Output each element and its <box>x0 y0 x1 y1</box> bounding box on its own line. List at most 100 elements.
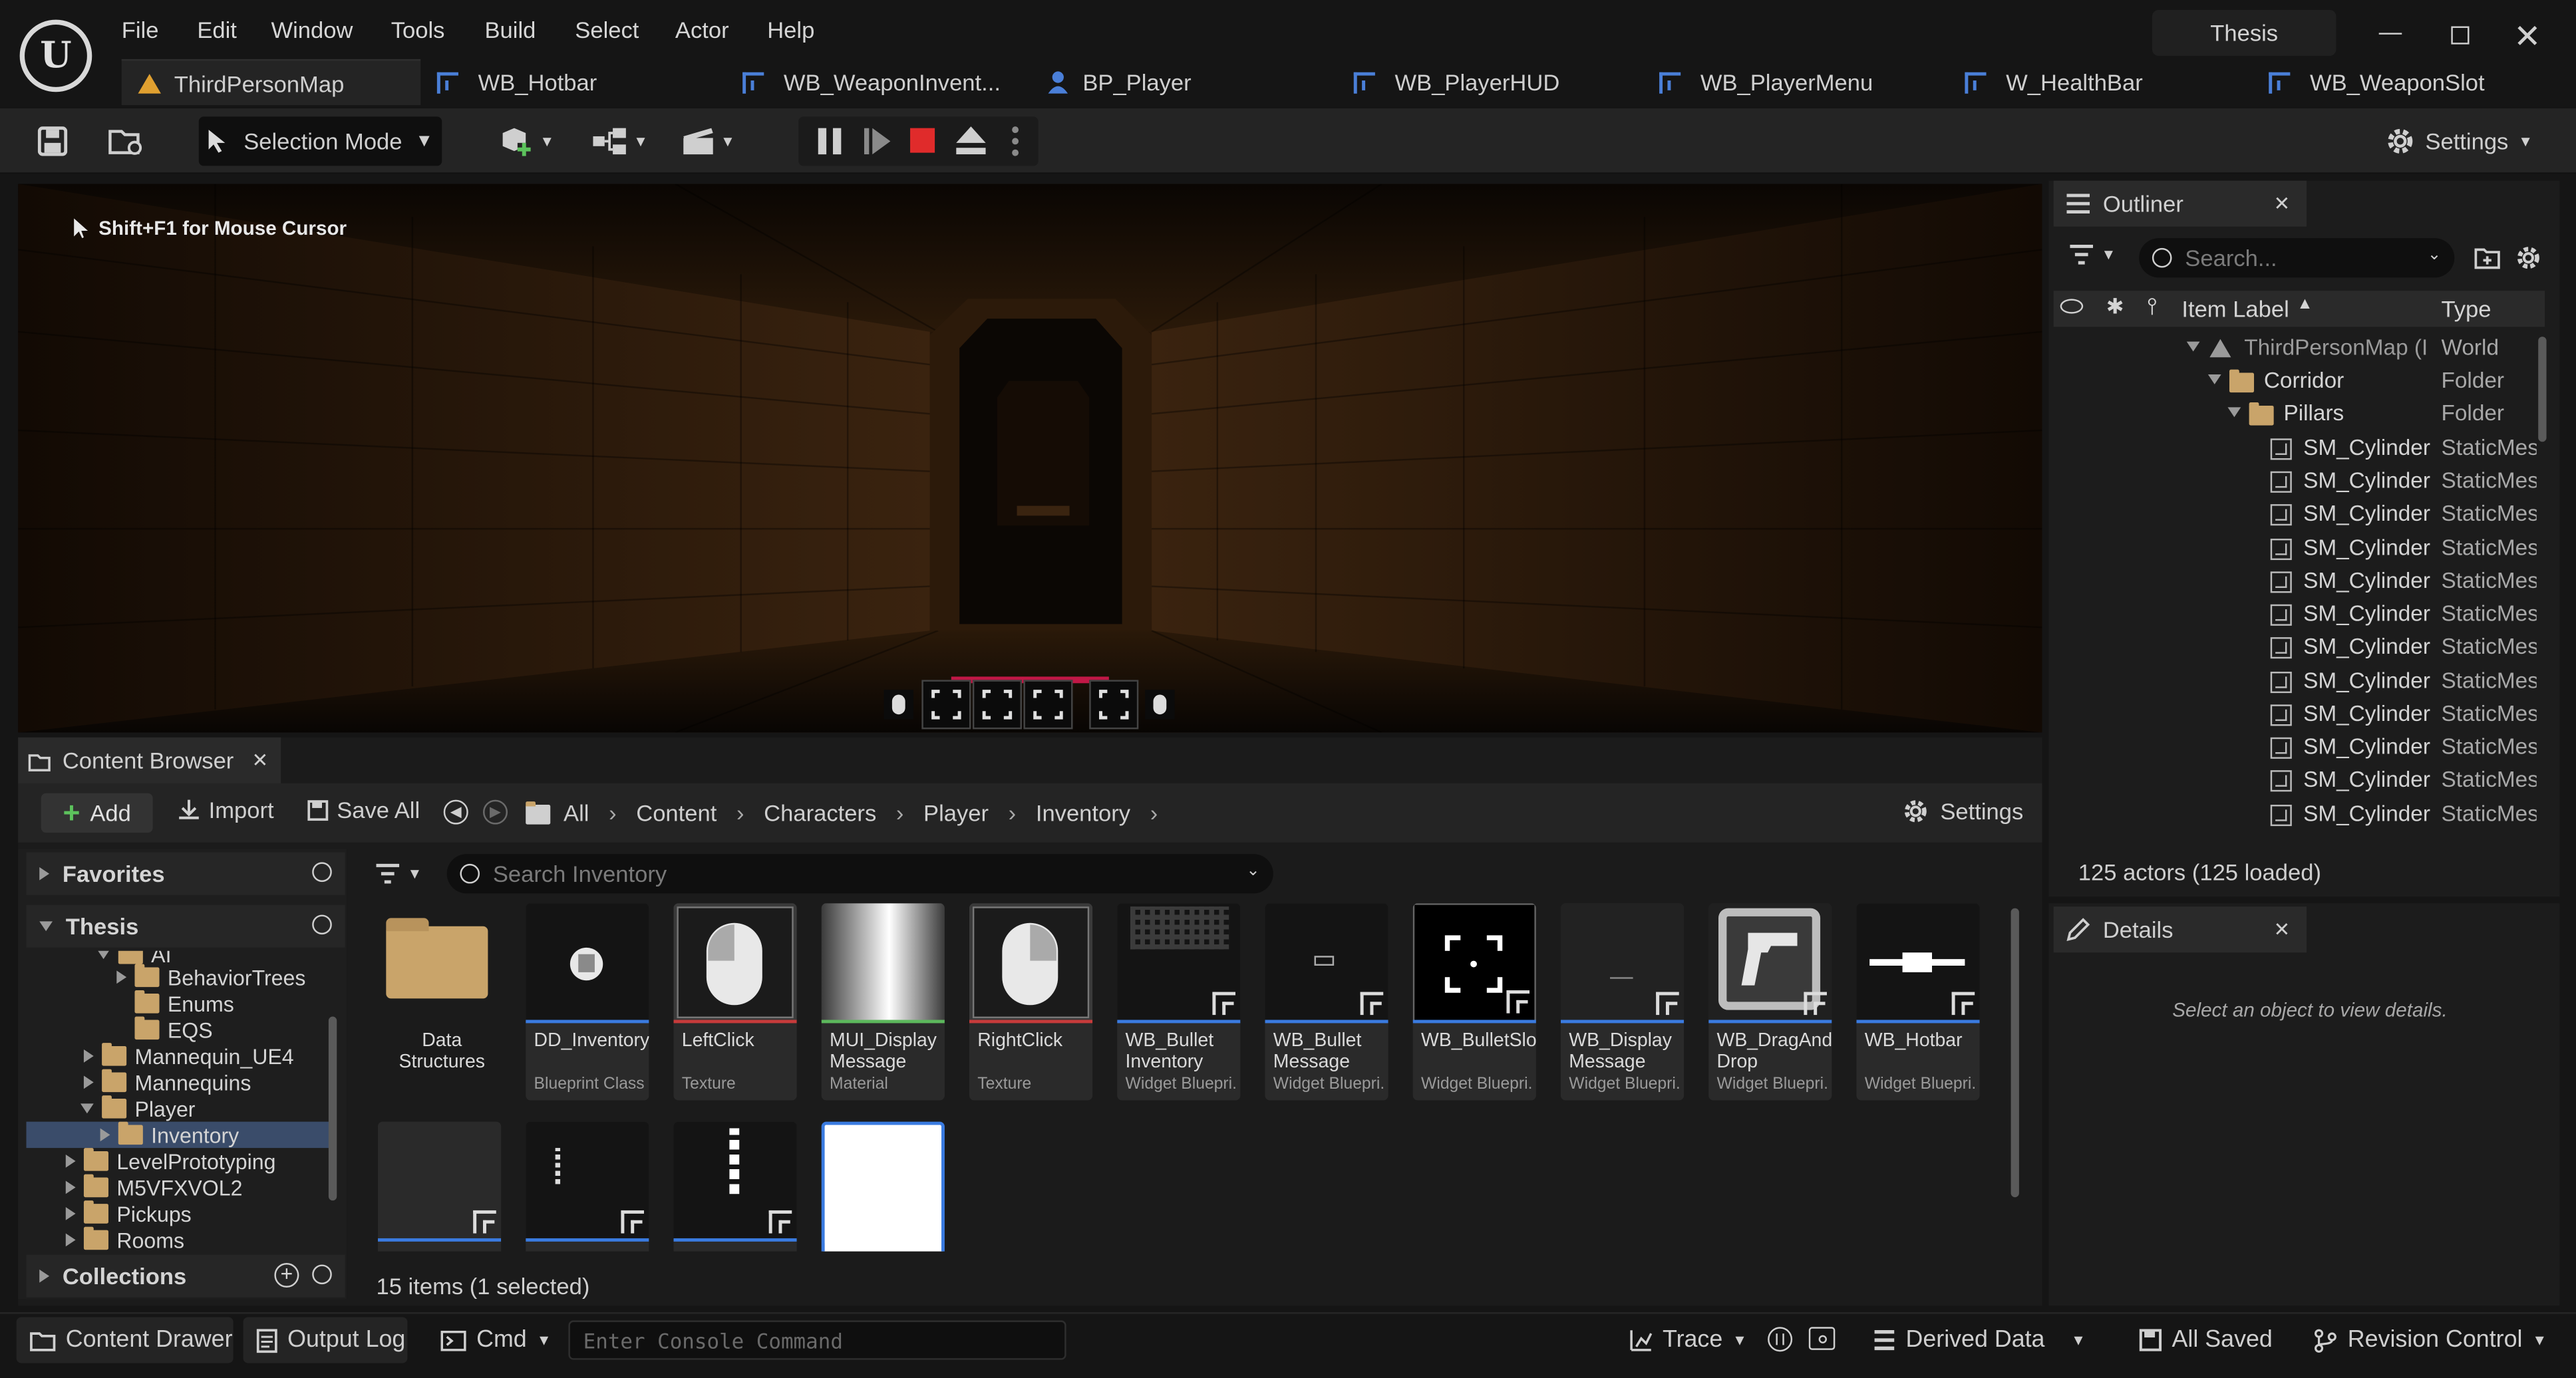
visibility-eye-icon[interactable] <box>2060 299 2084 314</box>
output-log-button[interactable]: Output Log <box>243 1317 408 1363</box>
outliner-search-box[interactable]: Search... ⌄ <box>2139 238 2455 278</box>
all-saved-button[interactable]: All Saved <box>2139 1317 2273 1363</box>
star-icon[interactable]: ✱ <box>2106 294 2124 321</box>
content-browser-tab[interactable]: Content Browser ✕ <box>18 737 281 783</box>
tree-item-rooms[interactable]: Rooms <box>65 1226 184 1254</box>
outliner-settings-icon[interactable] <box>2515 245 2542 271</box>
asset-row2-item[interactable] <box>377 1121 502 1252</box>
menu-window[interactable]: Window <box>271 17 353 43</box>
breadcrumb-player[interactable]: Player <box>923 800 989 827</box>
trace-dropdown[interactable]: Trace ▼ <box>1627 1317 1747 1363</box>
thesis-root-header[interactable]: Thesis <box>26 904 345 948</box>
menu-help[interactable]: Help <box>767 17 814 43</box>
advance-frame-button[interactable] <box>864 128 891 155</box>
breadcrumb-content[interactable]: Content <box>636 800 717 827</box>
menu-select[interactable]: Select <box>575 17 639 43</box>
asset-wb-bullet-message[interactable]: WB_Bullet Message Widget Bluepri... <box>1265 903 1388 1101</box>
breadcrumb-characters[interactable]: Characters <box>764 800 876 827</box>
tab-wb-playerhud[interactable]: WB_PlayerHUD <box>1353 59 1559 105</box>
add-actor-dropdown[interactable]: ▼ <box>490 116 562 166</box>
history-back-icon[interactable]: ◀ <box>443 799 468 825</box>
menu-edit[interactable]: Edit <box>197 17 237 43</box>
pause-button[interactable] <box>818 128 842 155</box>
history-forward-icon[interactable]: ▶ <box>483 799 508 825</box>
add-collection-icon[interactable]: + <box>274 1262 299 1288</box>
unreal-logo-icon[interactable]: U <box>19 19 92 92</box>
tab-bp-player[interactable]: BP_Player <box>1046 59 1192 105</box>
maximize-button[interactable] <box>2451 26 2470 45</box>
close-icon[interactable]: ✕ <box>2273 918 2290 941</box>
console-command-input[interactable]: Enter Console Command <box>568 1320 1066 1360</box>
tree-item-m5vfxvol2[interactable]: M5VFXVOL2 <box>65 1174 242 1201</box>
asset-wb-display-message[interactable]: WB_Display Message Widget Bluepri... <box>1560 903 1685 1101</box>
search-icon[interactable] <box>312 862 332 883</box>
folder-icon[interactable] <box>526 801 551 825</box>
outliner-tab[interactable]: Outliner ✕ <box>2053 180 2307 227</box>
asset-mui-display-message[interactable]: MUI_Display Message Material <box>821 903 945 1101</box>
tab-wb-weaponslot[interactable]: WB_WeaponSlot <box>2269 59 2485 105</box>
item-label-column-header[interactable]: Item Label <box>2181 295 2289 322</box>
add-folder-icon[interactable] <box>2474 246 2501 269</box>
save-all-button[interactable]: Save All <box>307 797 420 823</box>
asset-search-box[interactable]: Search Inventory ⌄ <box>446 854 1273 894</box>
add-button[interactable]: + Add <box>41 793 153 833</box>
outliner-filter-dropdown[interactable]: ▼ <box>2068 243 2116 266</box>
revision-control-dropdown[interactable]: Revision Control ▼ <box>2313 1317 2547 1363</box>
tree-item-mannequins[interactable]: Mannequins <box>83 1069 251 1096</box>
screenshot-icon[interactable] <box>1808 1327 1836 1350</box>
menu-actor[interactable]: Actor <box>675 17 729 43</box>
filter-dropdown[interactable]: ▼ <box>375 857 430 890</box>
asset-wb-hotbar[interactable]: WB_Hotbar Widget Bluepri... <box>1856 903 1980 1101</box>
menu-file[interactable]: File <box>122 17 159 43</box>
tree-item-eqs[interactable]: EQS <box>134 1016 213 1043</box>
tab-thirdpersonmap[interactable]: ThirdPersonMap <box>121 59 421 106</box>
close-icon[interactable]: ✕ <box>2273 192 2290 215</box>
asset-dd-inventory[interactable]: DD_Inventory Blueprint Class <box>526 903 649 1101</box>
tree-item-player[interactable]: Player <box>80 1095 196 1122</box>
tab-wb-hotbar[interactable]: WB_Hotbar <box>436 59 597 105</box>
outliner-scrollbar[interactable] <box>2538 337 2547 442</box>
derived-data-dropdown[interactable]: Derived Data ▼ <box>1873 1317 2086 1363</box>
toolbar-settings-button[interactable]: Settings ▼ <box>2382 116 2537 166</box>
asset-row2-item[interactable] <box>526 1121 649 1252</box>
import-button[interactable]: Import <box>178 797 274 823</box>
close-window-button[interactable]: ✕ <box>2513 17 2541 58</box>
asset-wb-bullet-inventory[interactable]: WB_Bullet Inventory Widget Bluepri... <box>1117 903 1241 1101</box>
browse-content-icon[interactable] <box>102 116 151 166</box>
level-viewport[interactable]: Shift+F1 for Mouse Cursor <box>18 184 2042 733</box>
chevron-down-icon[interactable]: ⌄ <box>2428 246 2442 264</box>
details-tab[interactable]: Details ✕ <box>2053 906 2307 953</box>
menu-tools[interactable]: Tools <box>391 17 445 43</box>
asset-wb-draganddrop[interactable]: WB_DragAnd Drop Widget Bluepri... <box>1708 903 1832 1101</box>
blueprints-dropdown[interactable]: ▼ <box>585 116 654 166</box>
asset-row2-item[interactable] <box>673 1121 797 1252</box>
content-drawer-button[interactable]: Content Drawer <box>16 1317 234 1363</box>
tab-wb-playermenu[interactable]: WB_PlayerMenu <box>1659 59 1873 105</box>
type-column-header[interactable]: Type <box>2442 295 2492 322</box>
tree-item-mannequin-ue4[interactable]: Mannequin_UE4 <box>83 1043 294 1069</box>
content-browser-settings-button[interactable]: Settings <box>1903 798 2023 825</box>
search-icon[interactable] <box>312 914 332 935</box>
asset-row2-item-selected[interactable] <box>821 1121 945 1252</box>
eject-button[interactable] <box>956 126 986 155</box>
minimize-button[interactable] <box>2378 33 2402 35</box>
selection-mode-dropdown[interactable]: Selection Mode ▼ <box>198 116 442 166</box>
tree-item-inventory[interactable]: Inventory <box>100 1121 239 1149</box>
stop-button[interactable] <box>910 128 935 153</box>
close-icon[interactable]: ✕ <box>252 749 269 772</box>
collections-header[interactable]: Collections + <box>26 1254 345 1298</box>
tree-scrollbar[interactable] <box>328 1016 337 1201</box>
asset-grid-scrollbar[interactable] <box>2011 908 2019 1198</box>
menu-build[interactable]: Build <box>484 17 536 43</box>
favorites-header[interactable]: Favorites <box>26 852 345 895</box>
breadcrumb-all[interactable]: All <box>564 800 589 827</box>
asset-rightclick[interactable]: RightClick Texture <box>969 903 1093 1101</box>
trace-record-icon[interactable] <box>1768 1327 1793 1352</box>
cmd-dropdown[interactable]: Cmd ▼ <box>430 1317 556 1363</box>
tree-item-pickups[interactable]: Pickups <box>65 1200 192 1227</box>
tree-item-behaviortrees[interactable]: BehaviorTrees <box>116 964 305 991</box>
search-icon[interactable] <box>312 1264 332 1285</box>
breadcrumb-inventory[interactable]: Inventory <box>1036 800 1130 827</box>
play-options-icon[interactable] <box>1012 126 1019 156</box>
tab-w-healthbar[interactable]: W_HealthBar <box>1965 59 2143 105</box>
